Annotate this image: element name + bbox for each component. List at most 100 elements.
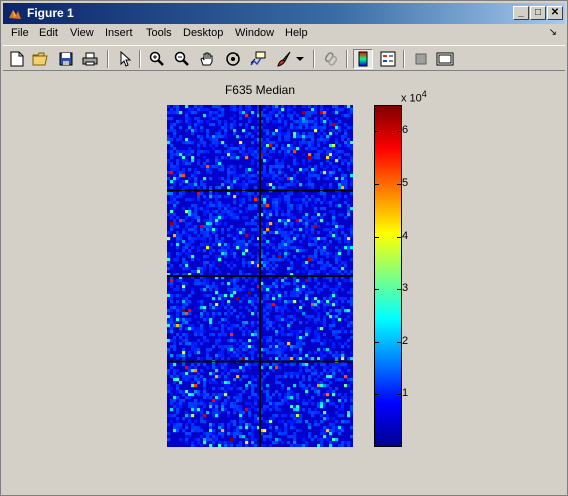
heatmap-cell [266, 294, 270, 298]
heatmap-cell [254, 138, 258, 142]
heatmap-cell [167, 390, 171, 394]
heatmap-cell [350, 270, 353, 274]
heatmap-cell [296, 171, 300, 175]
heatmap-cell [338, 426, 342, 430]
heatmap-cell [266, 240, 270, 244]
heatmap-cell [269, 423, 273, 427]
heatmap-cell [197, 159, 201, 163]
heatmap-cell [230, 267, 234, 271]
heatmap-cell [317, 132, 321, 136]
heatmap-cell [311, 306, 315, 310]
heatmap-cell [188, 123, 192, 127]
heatmap-cell [185, 432, 189, 436]
heatmap-cell [266, 396, 270, 400]
heatmap-cell [167, 348, 171, 352]
heatmap-cell [308, 174, 312, 178]
heatmap-cell [185, 162, 189, 166]
heatmap-cell [221, 168, 225, 172]
heatmap-cell [200, 243, 204, 247]
menu-view[interactable]: View [70, 27, 94, 39]
title-bar[interactable]: Figure 1 _ □ ✕ [3, 3, 565, 24]
heatmap-cell [251, 390, 255, 394]
zoom-out-icon[interactable] [172, 49, 192, 69]
menu-file[interactable]: File [11, 27, 29, 39]
save-icon[interactable] [56, 49, 76, 69]
heatmap-cell [182, 354, 186, 358]
heatmap-cell [317, 192, 321, 196]
colorbar-icon[interactable] [353, 49, 373, 69]
heatmap-cell [167, 330, 171, 334]
heatmap-cell [215, 219, 219, 223]
heatmap-cell [269, 357, 273, 361]
pointer-icon[interactable] [115, 49, 135, 69]
heatmap-cell [218, 444, 222, 447]
heatmap-cell [332, 330, 336, 334]
heatmap-cell [242, 180, 246, 184]
heatmap-cell [263, 147, 267, 151]
heatmap-cell [263, 318, 267, 322]
show-tools-icon[interactable] [435, 49, 455, 69]
heatmap-cell [323, 147, 327, 151]
heatmap-cell [206, 261, 210, 265]
heatmap-cell [239, 123, 243, 127]
heatmap-cell [188, 111, 192, 115]
heatmap-cell [302, 402, 306, 406]
print-icon[interactable] [80, 49, 100, 69]
heatmap-cell [227, 303, 231, 307]
heatmap-cell [272, 441, 276, 445]
hide-tools-icon[interactable] [411, 49, 431, 69]
close-button[interactable]: ✕ [547, 6, 563, 20]
heatmap-cell [194, 228, 198, 232]
heatmap-cell [176, 396, 180, 400]
minimize-button[interactable]: _ [513, 6, 529, 20]
heatmap-cell [170, 162, 174, 166]
heatmap-cell [227, 339, 231, 343]
brush-icon[interactable] [274, 49, 294, 69]
heatmap-cell [281, 171, 285, 175]
heatmap-cell [197, 381, 201, 385]
open-folder-icon[interactable] [31, 49, 51, 69]
dock-arrow-icon[interactable]: ↘ [549, 27, 557, 38]
heatmap-cell [272, 351, 276, 355]
heatmap-cell [197, 153, 201, 157]
menu-insert[interactable]: Insert [105, 27, 133, 39]
menu-edit[interactable]: Edit [39, 27, 58, 39]
heatmap-cell [170, 324, 174, 328]
maximize-button[interactable]: □ [530, 6, 546, 20]
menu-tools[interactable]: Tools [146, 27, 172, 39]
zoom-in-icon[interactable] [147, 49, 167, 69]
new-file-icon[interactable] [7, 49, 27, 69]
heatmap-cell [311, 147, 315, 151]
heatmap-cell [299, 135, 303, 139]
heatmap-cell [344, 279, 348, 283]
link-icon[interactable] [321, 49, 341, 69]
menu-desktop[interactable]: Desktop [183, 27, 223, 39]
heatmap-cell [230, 405, 234, 409]
heatmap-image[interactable] [167, 105, 353, 447]
heatmap-cell [329, 279, 333, 283]
heatmap-cell [299, 123, 303, 127]
menu-help[interactable]: Help [285, 27, 308, 39]
heatmap-cell [320, 219, 324, 223]
heatmap-cell [350, 321, 353, 325]
heatmap-cell [176, 357, 180, 361]
menu-window[interactable]: Window [235, 27, 274, 39]
heatmap-cell [242, 342, 246, 346]
heatmap-cell [350, 144, 353, 148]
heatmap-cell [167, 423, 171, 427]
brush-dropdown-icon[interactable] [294, 49, 306, 69]
heatmap-cell [350, 258, 353, 262]
heatmap-cell [233, 423, 237, 427]
heatmap-cell [230, 123, 234, 127]
heatmap-cell [323, 348, 327, 352]
data-cursor-icon[interactable] [248, 49, 268, 69]
heatmap-cell [239, 405, 243, 409]
heatmap-cell [188, 300, 192, 304]
rotate-3d-icon[interactable] [223, 49, 243, 69]
pan-hand-icon[interactable] [197, 49, 217, 69]
colorbar[interactable] [374, 105, 402, 447]
heatmap-cell [248, 198, 252, 202]
legend-icon[interactable] [378, 49, 398, 69]
heatmap-cell [287, 108, 291, 112]
heatmap-cell [284, 147, 288, 151]
